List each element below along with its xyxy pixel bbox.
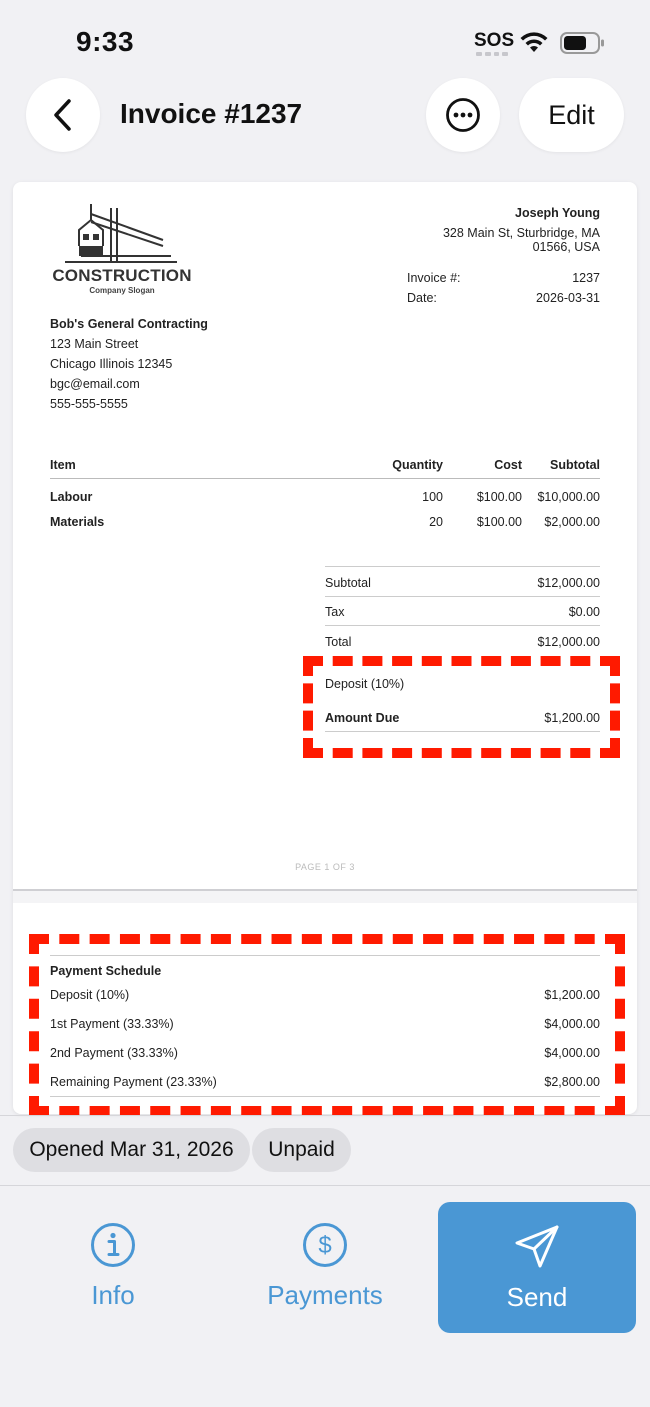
invoice-number-value: 1237 — [572, 271, 600, 285]
totals-divider — [325, 625, 600, 626]
invoice-date-value: 2026-03-31 — [536, 291, 600, 305]
client-address-line2: 01566, USA — [532, 240, 600, 254]
company-street: 123 Main Street — [50, 337, 139, 351]
schedule-row-label: 1st Payment (33.33%) — [50, 1017, 174, 1031]
totals-subtotal-value: $12,000.00 — [537, 576, 600, 590]
items-row-subtotal: $2,000.00 — [544, 515, 600, 529]
items-header-cost: Cost — [494, 458, 522, 472]
svg-text:$: $ — [318, 1232, 331, 1259]
more-options-button[interactable] — [426, 78, 500, 152]
chips-divider — [0, 1185, 650, 1186]
paper-plane-icon — [515, 1225, 559, 1268]
battery-icon — [560, 32, 604, 54]
payments-tab[interactable]: $ Payments — [252, 1202, 398, 1333]
schedule-row-value: $4,000.00 — [544, 1046, 600, 1060]
totals-total-label: Total — [325, 635, 352, 649]
items-row-item: Materials — [50, 515, 105, 529]
items-row-cost: $100.00 — [476, 515, 522, 529]
items-row-subtotal: $10,000.00 — [537, 490, 600, 504]
info-tab[interactable]: Info — [40, 1202, 186, 1333]
company-city: Chicago Illinois 12345 — [50, 357, 173, 371]
invoice-date-label: Date: — [407, 291, 437, 305]
logo-slogan: Company Slogan — [89, 286, 155, 295]
schedule-bottom-divider — [50, 1096, 600, 1097]
schedule-row-label: Deposit (10%) — [50, 988, 130, 1002]
totals-tax-label: Tax — [325, 605, 345, 619]
client-address-line1: 328 Main St, Sturbridge, MA — [442, 226, 600, 240]
totals-divider — [325, 731, 600, 732]
schedule-row-label: Remaining Payment (23.33%) — [50, 1075, 217, 1089]
navigation-bar: Invoice #1237 Edit — [0, 78, 650, 154]
back-button[interactable] — [26, 78, 100, 152]
items-header-item: Item — [50, 458, 76, 472]
totals-divider — [325, 566, 600, 567]
items-row-cost: $100.00 — [476, 490, 522, 504]
page-separator — [13, 889, 637, 903]
schedule-row-value: $2,800.00 — [544, 1075, 600, 1089]
totals-deposit-label: Deposit (10%) — [325, 677, 405, 691]
status-time: 9:33 — [76, 26, 135, 57]
schedule-row-label: 2nd Payment (33.33%) — [50, 1046, 178, 1060]
page-number-footer: PAGE 1 OF 3 — [295, 862, 355, 872]
company-name: Bob's General Contracting — [50, 317, 208, 331]
totals-tax-value: $0.00 — [568, 605, 600, 619]
invoice-number-label: Invoice #: — [407, 271, 461, 285]
edit-button[interactable]: Edit — [519, 78, 624, 152]
items-header-quantity: Quantity — [392, 458, 443, 472]
opened-date-chip: Opened Mar 31, 2026 — [13, 1128, 250, 1172]
items-header-divider — [50, 478, 600, 479]
info-tab-label: Info — [91, 1280, 135, 1310]
payment-schedule-title: Payment Schedule — [50, 964, 162, 978]
sos-signal-dots — [476, 52, 508, 56]
construction-logo-icon — [65, 204, 177, 263]
logo-wordmark: CONSTRUCTION — [52, 266, 192, 285]
info-circle-icon — [91, 1223, 135, 1267]
company-logo: CONSTRUCTION Company Slogan — [51, 204, 193, 296]
amount-due-label: Amount Due — [325, 711, 400, 725]
schedule-row-value: $1,200.00 — [544, 988, 600, 1002]
status-bar: 9:33 SOS — [0, 0, 650, 80]
items-header-subtotal: Subtotal — [550, 458, 600, 472]
items-row-quantity: 20 — [429, 515, 443, 529]
wifi-icon — [520, 32, 548, 52]
amount-due-value: $1,200.00 — [544, 711, 600, 725]
company-phone: 555-555-5555 — [50, 397, 128, 411]
schedule-top-divider — [50, 955, 600, 956]
send-button[interactable]: Send — [438, 1202, 636, 1333]
totals-subtotal-label: Subtotal — [325, 576, 371, 590]
dollar-circle-icon: $ — [303, 1223, 347, 1267]
items-row-quantity: 100 — [422, 490, 443, 504]
page-title: Invoice #1237 — [120, 98, 303, 129]
sos-indicator: SOS — [474, 30, 515, 51]
totals-divider — [325, 596, 600, 597]
totals-total-value: $12,000.00 — [537, 635, 600, 649]
payment-status-badge: Unpaid — [252, 1128, 351, 1172]
client-name: Joseph Young — [515, 206, 600, 220]
schedule-row-value: $4,000.00 — [544, 1017, 600, 1031]
payments-tab-label: Payments — [267, 1280, 383, 1310]
company-email: bgc@email.com — [50, 377, 140, 391]
document-bottom-divider — [0, 1115, 650, 1116]
ellipsis-circle-icon — [446, 98, 480, 132]
send-button-label: Send — [506, 1282, 568, 1312]
invoice-preview[interactable]: CONSTRUCTION Company Slogan Joseph Young… — [13, 182, 637, 1114]
chevron-left-icon — [54, 99, 71, 131]
items-row-item: Labour — [50, 490, 93, 504]
